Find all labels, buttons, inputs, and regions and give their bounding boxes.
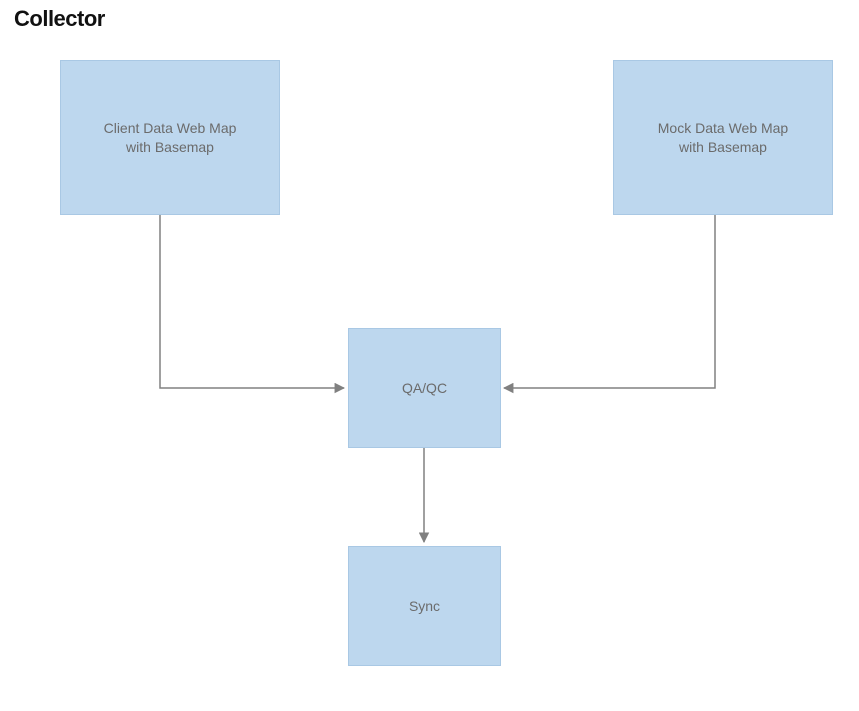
node-sync: Sync bbox=[348, 546, 501, 666]
node-label: Client Data Web Mapwith Basemap bbox=[104, 119, 237, 157]
node-qa-qc: QA/QC bbox=[348, 328, 501, 448]
node-label: QA/QC bbox=[402, 379, 447, 398]
node-client-data-web-map: Client Data Web Mapwith Basemap bbox=[60, 60, 280, 215]
diagram-title: Collector bbox=[14, 6, 105, 32]
node-mock-data-web-map: Mock Data Web Mapwith Basemap bbox=[613, 60, 833, 215]
edge-mock-to-qaqc bbox=[504, 215, 715, 388]
edge-client-to-qaqc bbox=[160, 215, 344, 388]
node-label: Mock Data Web Mapwith Basemap bbox=[658, 119, 788, 157]
node-label: Sync bbox=[409, 597, 440, 616]
